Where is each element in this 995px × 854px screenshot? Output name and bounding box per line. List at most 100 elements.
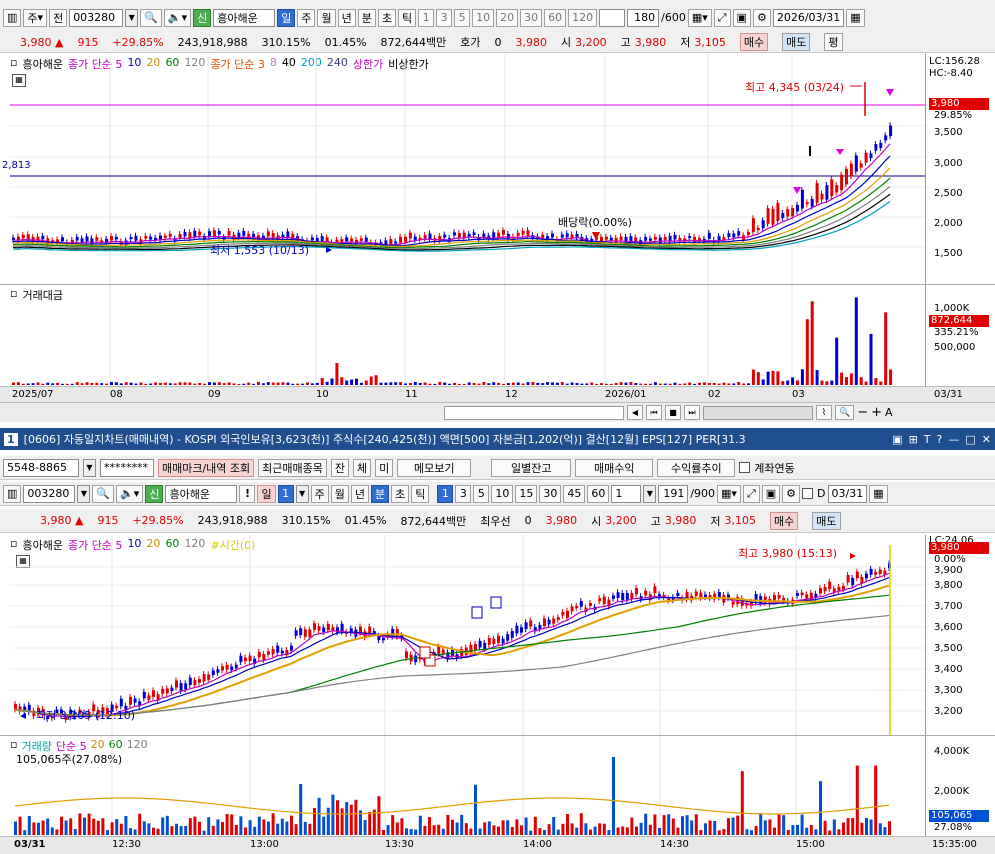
save-icon[interactable]: ▣ bbox=[732, 8, 751, 27]
stop-icon[interactable]: ■ bbox=[665, 405, 681, 420]
count-input[interactable]: 191 bbox=[658, 484, 689, 503]
interval-1[interactable]: 1 bbox=[418, 8, 435, 27]
stock-code-input[interactable]: 003280 bbox=[23, 484, 76, 503]
period-week[interactable]: 주 bbox=[297, 8, 316, 27]
draw-icon[interactable]: ⤢ bbox=[742, 484, 760, 503]
gear-icon[interactable]: ⚙ bbox=[782, 484, 801, 503]
calendar-icon[interactable]: ▦ bbox=[869, 484, 888, 503]
d-checkbox[interactable]: D bbox=[802, 487, 826, 500]
text-icon[interactable]: T bbox=[924, 433, 931, 446]
pin-icon[interactable]: ⊞ bbox=[909, 433, 918, 446]
help-icon[interactable]: ? bbox=[937, 433, 943, 446]
filled-button[interactable]: 체 bbox=[353, 458, 372, 477]
interval-45[interactable]: 45 bbox=[563, 484, 586, 503]
scrollbar-track[interactable] bbox=[444, 405, 624, 420]
period-month[interactable]: 월 bbox=[317, 8, 336, 27]
period-minute[interactable]: 분 bbox=[370, 484, 390, 503]
interval-1[interactable]: 1 bbox=[437, 484, 454, 503]
period-tick[interactable]: 틱 bbox=[397, 8, 417, 27]
tools-icon[interactable]: ▦▾ bbox=[687, 8, 712, 27]
day-value[interactable]: 1 bbox=[277, 484, 294, 503]
interval-60[interactable]: 60 bbox=[587, 484, 610, 503]
link-icon[interactable]: ▣ bbox=[892, 433, 902, 446]
chevron-down-icon[interactable]: ▼ bbox=[83, 458, 96, 477]
search-icon[interactable]: 🔍 bbox=[140, 8, 162, 27]
interval-10[interactable]: 10 bbox=[491, 484, 514, 503]
eval-button[interactable]: 평 bbox=[824, 33, 843, 51]
memo-button[interactable]: 메모보기 bbox=[397, 458, 472, 477]
chevron-down-icon[interactable]: ▼ bbox=[643, 484, 657, 503]
prev-button[interactable]: 전 bbox=[49, 8, 68, 27]
period-year[interactable]: 년 bbox=[337, 8, 356, 27]
search-icon[interactable]: 🔍 bbox=[92, 484, 115, 503]
tools-icon[interactable]: ▦▾ bbox=[717, 484, 741, 503]
date-input[interactable]: 03/31 bbox=[827, 484, 868, 503]
interval-30[interactable]: 30 bbox=[539, 484, 562, 503]
alert-icon[interactable]: ! bbox=[239, 484, 256, 503]
interval-120[interactable]: 120 bbox=[568, 8, 598, 27]
scroll-last-icon[interactable]: ⏭ bbox=[684, 405, 700, 420]
period-second[interactable]: 초 bbox=[391, 484, 410, 503]
buy-button[interactable]: 매수 bbox=[739, 33, 769, 51]
chevron-down-icon[interactable]: ▼ bbox=[125, 8, 139, 27]
return-trend-button[interactable]: 수익률추이 bbox=[657, 458, 736, 477]
maximize-icon[interactable]: □ bbox=[965, 433, 975, 446]
unfilled-button[interactable]: 미 bbox=[375, 458, 394, 477]
volume-bar bbox=[524, 817, 528, 835]
scroll-first-icon[interactable]: ⏮ bbox=[646, 405, 662, 420]
speaker-icon[interactable]: 🔈▾ bbox=[116, 484, 144, 503]
interval-3[interactable]: 3 bbox=[436, 8, 453, 27]
sell-button[interactable]: 매도 bbox=[812, 511, 841, 530]
password-input[interactable]: ******** bbox=[100, 458, 154, 477]
interval-custom-input[interactable] bbox=[599, 8, 626, 27]
interval-30[interactable]: 30 bbox=[520, 8, 543, 27]
zoom-out-icon[interactable]: 🔍 bbox=[835, 405, 855, 420]
interval-60[interactable]: 60 bbox=[544, 8, 567, 27]
auto-icon[interactable]: A bbox=[885, 406, 893, 419]
interval-10[interactable]: 10 bbox=[472, 8, 495, 27]
period-second[interactable]: 초 bbox=[377, 8, 396, 27]
recent-stocks-button[interactable]: 최근매매종목 bbox=[258, 458, 327, 477]
interval-15[interactable]: 15 bbox=[515, 484, 538, 503]
minimize-icon[interactable]: — bbox=[948, 433, 959, 446]
panel-icon[interactable]: ▥ bbox=[3, 484, 22, 503]
count-input[interactable]: 180 bbox=[627, 8, 660, 27]
period-tick[interactable]: 틱 bbox=[411, 484, 430, 503]
close-icon[interactable]: ✕ bbox=[982, 433, 991, 446]
draw-icon[interactable]: ⤢ bbox=[713, 8, 731, 27]
trade-mark-button[interactable]: 매매마크/내역 조회 bbox=[158, 458, 255, 477]
stock-code-input[interactable]: 003280 bbox=[69, 8, 124, 27]
minus-icon[interactable]: − bbox=[857, 405, 868, 420]
chevron-down-icon[interactable]: ▼ bbox=[295, 484, 309, 503]
sell-button[interactable]: 매도 bbox=[782, 33, 811, 51]
gear-icon[interactable]: ⚙ bbox=[752, 8, 771, 27]
market-select[interactable]: 주 ▾ bbox=[23, 8, 48, 27]
daily-balance-button[interactable]: 일별잔고 bbox=[491, 458, 572, 477]
calendar-icon[interactable]: ▦ bbox=[846, 8, 865, 27]
panel-icon[interactable]: ▥ bbox=[3, 8, 22, 27]
account-link-checkbox[interactable]: 계좌연동 bbox=[739, 460, 795, 476]
balance-button[interactable]: 잔 bbox=[330, 458, 350, 477]
period-day[interactable]: 일 bbox=[277, 8, 296, 27]
interval-5[interactable]: 5 bbox=[454, 8, 471, 27]
day-button[interactable]: 일 bbox=[257, 484, 276, 503]
interval-5[interactable]: 5 bbox=[473, 484, 490, 503]
speaker-icon[interactable]: 🔈▾ bbox=[163, 8, 192, 27]
account-input[interactable]: 5548-8865 bbox=[3, 458, 79, 477]
interval-3[interactable]: 3 bbox=[455, 484, 472, 503]
interval-20[interactable]: 20 bbox=[496, 8, 519, 27]
buy-button[interactable]: 매수 bbox=[770, 511, 799, 530]
period-minute[interactable]: 분 bbox=[357, 8, 376, 27]
period-year[interactable]: 년 bbox=[350, 484, 369, 503]
period-month[interactable]: 월 bbox=[330, 484, 349, 503]
unit-input[interactable]: 1 bbox=[611, 484, 642, 503]
period-week[interactable]: 주 bbox=[310, 484, 329, 503]
date-input[interactable]: 2026/03/31 bbox=[772, 8, 845, 27]
chevron-down-icon[interactable]: ▼ bbox=[77, 484, 91, 503]
chart-type-icon[interactable]: ⌇ bbox=[816, 405, 832, 420]
plus-icon[interactable]: + bbox=[871, 405, 882, 420]
scroll-left-icon[interactable]: ◀ bbox=[627, 405, 643, 420]
save-icon[interactable]: ▣ bbox=[761, 484, 781, 503]
scroll-slider[interactable] bbox=[703, 405, 813, 420]
trade-profit-button[interactable]: 매매수익 bbox=[575, 458, 654, 477]
